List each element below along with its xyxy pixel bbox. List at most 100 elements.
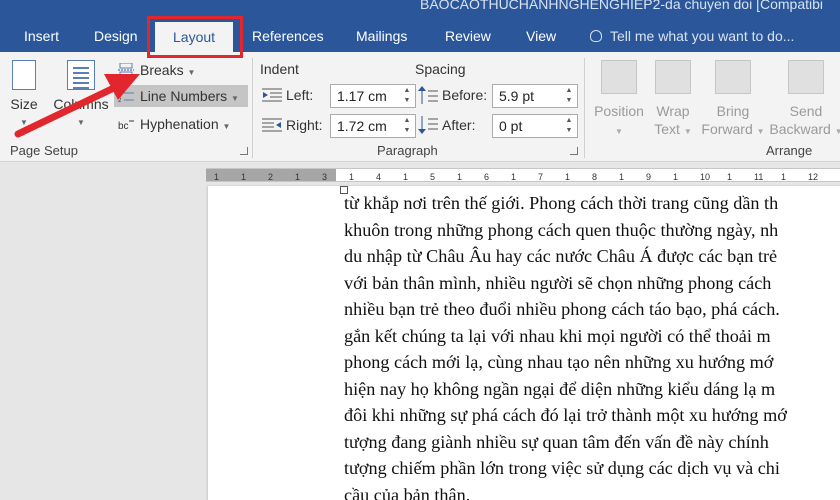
indent-header: Indent (260, 61, 299, 77)
document-line: nhiều bạn trẻ theo đuổi nhiều phong cách… (344, 299, 780, 319)
size-button[interactable]: Size ▼ (8, 60, 40, 128)
chevron-down-icon: ▼ (683, 127, 692, 136)
tab-design[interactable]: Design (94, 22, 138, 52)
ruler-tick-label: 1 (457, 172, 463, 182)
document-line: với bản thân mình, nhiều người sẽ chọn n… (344, 272, 772, 293)
document-line: tượng chiếm phần lớn trong việc sử dụng … (344, 458, 780, 478)
ruler-tick-label: 1 (673, 172, 679, 182)
indent-right-icon (262, 118, 282, 132)
spacing-header: Spacing (415, 61, 466, 77)
ruler-tick-label: 5 (430, 172, 436, 182)
ruler-tick-label: 3 (322, 172, 328, 182)
document-line: hiện nay họ không ngần ngại để diện nhữn… (344, 378, 776, 399)
chevron-down-icon: ▼ (187, 68, 196, 77)
page-size-icon (12, 60, 36, 90)
page-setup-group-label: Page Setup (10, 143, 78, 158)
send-backward-label-1: Send (789, 103, 823, 119)
columns-label: Columns (53, 96, 109, 112)
page-setup-launcher-icon[interactable] (240, 147, 248, 155)
send-backward-icon (788, 60, 824, 94)
tell-me-placeholder: Tell me what you want to do... (610, 28, 795, 44)
indent-left-input[interactable] (331, 85, 397, 107)
ruler-tick-label: 4 (376, 172, 382, 182)
indent-left-field[interactable]: ▲▼ (330, 84, 416, 108)
spacing-before-input[interactable] (493, 85, 559, 107)
spacing-after-icon (418, 116, 438, 134)
document-body[interactable]: từ khắp nơi trên thế giới. Phong cách th… (344, 190, 840, 500)
position-button[interactable]: Position ▼ (590, 60, 648, 141)
ruler-tick-label: 8 (592, 172, 598, 182)
breaks-button[interactable]: Breaks ▼ (114, 59, 195, 81)
document-title: BAOCAOTHUCHANHNGHENGHIEP2-da chuyen doi … (420, 0, 824, 12)
line-numbers-button[interactable]: 12 Line Numbers ▼ (114, 85, 248, 107)
document-line: cầu của bản thân. (344, 484, 471, 500)
ruler-tick-label: 1 (619, 172, 625, 182)
ruler-tick-label: 9 (646, 172, 652, 182)
send-backward-label-2: Backward (769, 121, 831, 137)
columns-icon (67, 60, 95, 90)
chevron-down-icon: ▼ (77, 118, 85, 127)
document-line: từ khắp nơi trên thế giới. Phong cách th… (344, 193, 779, 213)
tab-references[interactable]: References (252, 22, 324, 52)
position-label: Position (594, 103, 644, 119)
ruler-tick-label: 1 (241, 172, 247, 182)
document-canvas (0, 162, 206, 500)
wrap-text-icon (655, 60, 691, 94)
hyphenation-button[interactable]: bc Hyphenation ▼ (114, 113, 230, 135)
bring-forward-icon (715, 60, 751, 94)
ruler-tick-label: 1 (781, 172, 787, 182)
spacing-after-input[interactable] (493, 115, 559, 137)
wrap-text-label-1: Wrap (656, 103, 690, 119)
document-page[interactable]: từ khắp nơi trên thế giới. Phong cách th… (208, 186, 840, 500)
svg-text:bc: bc (118, 121, 129, 131)
indent-right-input[interactable] (331, 115, 397, 137)
size-label: Size (10, 96, 38, 112)
ruler-tick-label: 1 (295, 172, 301, 182)
tab-insert[interactable]: Insert (24, 22, 59, 52)
bring-forward-button[interactable]: Bring Forward ▼ (698, 60, 768, 141)
spacing-before-icon (418, 86, 438, 104)
lightbulb-icon (590, 30, 602, 42)
tab-mailings[interactable]: Mailings (356, 22, 407, 52)
tab-view[interactable]: View (526, 22, 556, 52)
tab-layout[interactable]: Layout (155, 22, 234, 54)
line-numbers-label: Line Numbers (140, 88, 228, 104)
breaks-label: Breaks (140, 62, 184, 78)
document-line: tượng đang giành nhiều sự quan tâm đến v… (344, 431, 769, 452)
send-backward-button[interactable]: Send Backward ▼ (768, 60, 840, 141)
document-line: khuôn trong những phong cách quen thuộc … (344, 219, 779, 240)
tell-me-search[interactable]: Tell me what you want to do... (590, 22, 794, 52)
document-line: đôi khi những sự phá cách đó lại trở thà… (344, 405, 787, 425)
ruler-tick-label: 6 (484, 172, 490, 182)
spin-arrows-icon[interactable]: ▲ ▼ (563, 86, 575, 106)
position-icon (601, 60, 637, 94)
arrange-group-label: Arrange (766, 143, 813, 158)
spin-arrows-icon[interactable]: ▲ ▼ (401, 116, 413, 136)
group-divider (252, 58, 253, 158)
ruler-tick-label: 7 (538, 172, 544, 182)
horizontal-ruler[interactable]: 1 1 2 1 3 1 4 1 5 1 6 1 7 1 8 1 9 1 10 1 11 1 12 (206, 168, 840, 182)
columns-button[interactable]: Columns ▼ (50, 60, 112, 128)
spin-arrows-icon[interactable]: ▲ ▼ (563, 116, 575, 136)
svg-text:2: 2 (118, 98, 122, 103)
svg-text:1: 1 (118, 91, 122, 97)
spacing-after-field[interactable]: ▲▼ (492, 114, 578, 138)
chevron-down-icon: ▼ (615, 127, 623, 136)
ruler-tick-label: 1 (511, 172, 517, 182)
tab-review[interactable]: Review (445, 22, 491, 52)
title-bar: BAOCAOTHUCHANHNGHENGHIEP2-da chuyen doi … (0, 0, 840, 54)
chevron-down-icon: ▼ (756, 127, 765, 136)
ruler-tick-label: 1 (727, 172, 733, 182)
spin-arrows-icon[interactable]: ▲ ▼ (401, 86, 413, 106)
ruler-tick-label: 1 (214, 172, 220, 182)
hyphenation-label: Hyphenation (140, 116, 219, 132)
wrap-text-button[interactable]: Wrap Text ▼ (648, 60, 698, 141)
indent-right-field[interactable]: ▲▼ (330, 114, 416, 138)
ruler-tick-label: 12 (808, 172, 819, 182)
bring-forward-label-1: Bring (716, 103, 750, 119)
spacing-before-label: Before: (442, 87, 488, 103)
paragraph-launcher-icon[interactable] (570, 147, 578, 155)
spacing-before-field[interactable]: ▲▼ (492, 84, 578, 108)
paragraph-group-label: Paragraph (377, 143, 438, 158)
ruler-tick-label: 11 (754, 172, 764, 182)
